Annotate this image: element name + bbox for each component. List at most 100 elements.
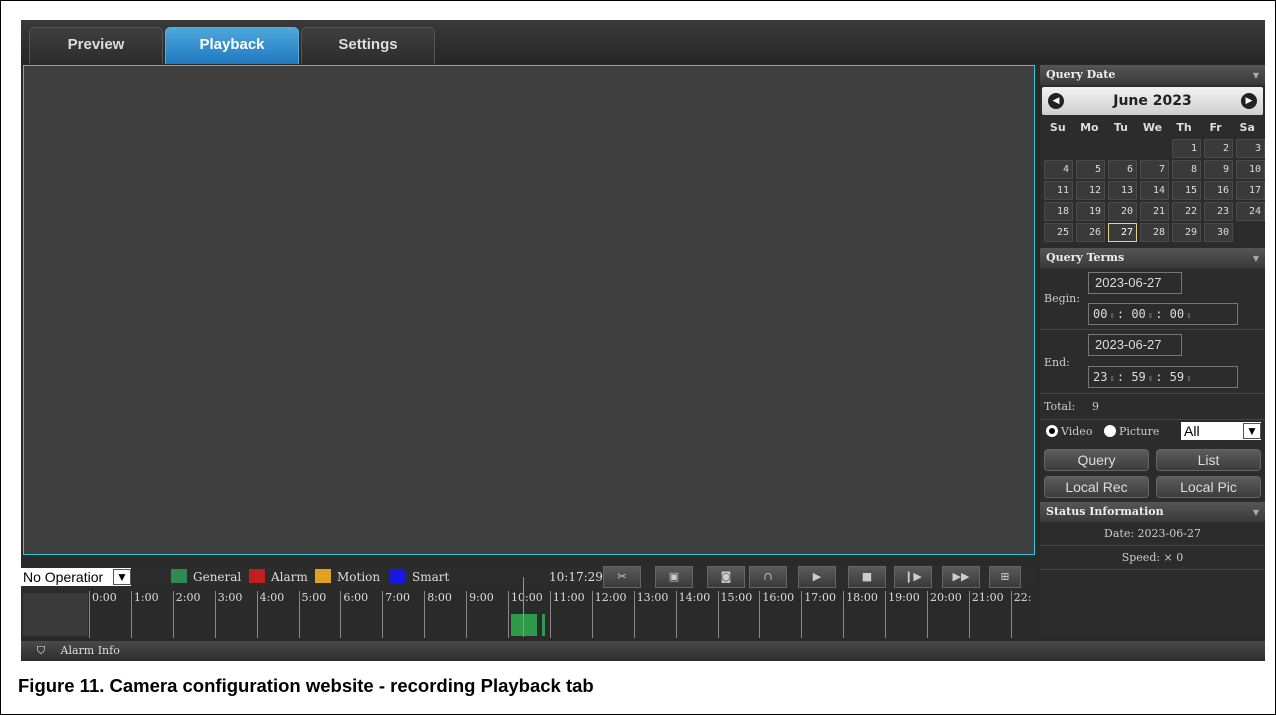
calendar-days: 1 2 3 4 5 6 7 8 9 10 11 12 13 14 15 16 17 18 19 20 21 22 23 24 2… — [1040, 137, 1265, 242]
playback-video-area[interactable] — [23, 65, 1035, 555]
calendar-day[interactable]: 29 — [1172, 223, 1201, 242]
tab-playback[interactable]: Playback — [165, 27, 299, 64]
spinner-icon[interactable]: ⇕ — [1186, 374, 1191, 384]
record-button[interactable]: ▣ — [655, 566, 693, 588]
tab-bar: Preview Playback Settings — [21, 20, 1265, 64]
calendar-day[interactable]: 24 — [1236, 202, 1265, 221]
step-forward-button[interactable]: ❙▶ — [894, 566, 932, 588]
current-time: 10:17:29 — [549, 570, 603, 584]
legend-label: General — [193, 570, 242, 584]
collapse-icon[interactable]: ▼ — [1253, 502, 1259, 522]
spinner-icon[interactable]: ⇕ — [1186, 311, 1191, 321]
alarm-info-bar[interactable]: ⛉ Alarm Info — [21, 641, 1265, 661]
play-icon: ▶ — [812, 570, 822, 583]
video-radio[interactable]: Video — [1046, 425, 1092, 438]
legend-label: Smart — [412, 570, 450, 584]
timeline-hour-label: 8:00 — [424, 591, 452, 638]
clip-button[interactable]: ✂ — [603, 566, 641, 588]
calendar-day[interactable]: 6 — [1108, 160, 1137, 179]
status-speed: Speed: × 0 — [1040, 546, 1265, 570]
timeline-cursor[interactable] — [523, 577, 524, 637]
stop-button[interactable]: ■ — [848, 566, 886, 588]
type-row: Video Picture All ▼ — [1040, 420, 1265, 446]
calendar-day[interactable]: 12 — [1076, 181, 1105, 200]
calendar-day[interactable]: 20 — [1108, 202, 1137, 221]
list-button[interactable]: List — [1156, 449, 1261, 471]
calendar-day[interactable]: 17 — [1236, 181, 1265, 200]
audio-button[interactable]: ∩ — [749, 566, 787, 588]
tab-preview[interactable]: Preview — [29, 27, 163, 64]
calendar-day[interactable]: 26 — [1076, 223, 1105, 242]
local-pic-button[interactable]: Local Pic — [1156, 476, 1261, 498]
spinner-icon[interactable]: ⇕ — [1148, 374, 1153, 384]
calendar-day[interactable]: 8 — [1172, 160, 1201, 179]
stop-icon: ■ — [861, 570, 873, 583]
timeline-hour-label: 18:00 — [843, 591, 878, 638]
timeline[interactable]: 0:00 1:00 2:00 3:00 4:00 5:00 6:00 7:00 8:00 9:00… — [21, 577, 1036, 638]
calendar-day[interactable]: 30 — [1204, 223, 1233, 242]
calendar-day[interactable]: 4 — [1044, 160, 1073, 179]
weekday-label: Su — [1049, 121, 1066, 134]
calendar-day[interactable]: 25 — [1044, 223, 1073, 242]
recording-segment[interactable] — [542, 614, 545, 636]
tab-settings[interactable]: Settings — [301, 27, 435, 64]
timeline-hour-label: 20:00 — [927, 591, 962, 638]
timeline-channel-box — [23, 593, 88, 636]
calendar-day[interactable]: 18 — [1044, 202, 1073, 221]
begin-date-input[interactable]: 2023-06-27 — [1088, 272, 1182, 294]
timeline-hour-label: 15:00 — [717, 591, 752, 638]
calendar-day[interactable]: 27 — [1108, 223, 1137, 242]
play-button[interactable]: ▶ — [798, 566, 836, 588]
begin-row: Begin: 2023-06-27 00 ⇕: 00 ⇕: 00 ⇕ — [1040, 268, 1265, 330]
end-date-input[interactable]: 2023-06-27 — [1088, 334, 1182, 356]
picture-radio[interactable]: Picture — [1104, 425, 1159, 438]
chevron-down-icon[interactable]: ▼ — [1243, 423, 1261, 439]
calendar-day[interactable]: 5 — [1076, 160, 1105, 179]
fullscreen-button[interactable]: ⊞ — [989, 566, 1021, 588]
query-button[interactable]: Query — [1044, 449, 1149, 471]
calendar-day[interactable]: 2 — [1204, 139, 1233, 158]
second-value: 00 — [1169, 307, 1185, 321]
calendar-day[interactable]: 19 — [1076, 202, 1105, 221]
calendar-day[interactable]: 10 — [1236, 160, 1265, 179]
spinner-icon[interactable]: ⇕ — [1109, 374, 1114, 384]
query-terms-header[interactable]: Query Terms ▼ — [1040, 248, 1265, 268]
local-rec-button[interactable]: Local Rec — [1044, 476, 1149, 498]
hour-value: 00 — [1093, 307, 1108, 321]
collapse-icon[interactable]: ▼ — [1253, 65, 1259, 85]
spinner-icon[interactable]: ⇕ — [1109, 311, 1114, 321]
operation-select[interactable]: No Operatior ▼ — [21, 568, 131, 586]
calendar-day[interactable]: 9 — [1204, 160, 1233, 179]
calendar-day[interactable]: 11 — [1044, 181, 1073, 200]
prev-month-icon[interactable]: ◀ — [1048, 93, 1064, 109]
calendar-day[interactable]: 7 — [1140, 160, 1169, 179]
end-time-input[interactable]: 23 ⇕: 59 ⇕: 59 ⇕ — [1088, 366, 1238, 388]
calendar-day[interactable]: 15 — [1172, 181, 1201, 200]
calendar-day[interactable]: 13 — [1108, 181, 1137, 200]
legend-swatch-general — [171, 569, 187, 583]
timeline-hour-label: 11:00 — [549, 591, 585, 638]
legend-swatch-smart — [390, 569, 406, 583]
begin-time-input[interactable]: 00 ⇕: 00 ⇕: 00 ⇕ — [1088, 303, 1238, 325]
calendar-day[interactable]: 28 — [1140, 223, 1169, 242]
calendar-day[interactable]: 21 — [1140, 202, 1169, 221]
type-select[interactable]: All ▼ — [1181, 422, 1261, 440]
collapse-icon[interactable]: ▼ — [1253, 248, 1259, 268]
weekday-label: We — [1142, 121, 1163, 134]
chevron-down-icon[interactable]: ▼ — [113, 569, 131, 585]
query-date-header[interactable]: Query Date ▼ — [1040, 65, 1265, 85]
calendar-day[interactable]: 22 — [1172, 202, 1201, 221]
calendar-day[interactable]: 16 — [1204, 181, 1233, 200]
calendar-day[interactable]: 23 — [1204, 202, 1233, 221]
calendar-day[interactable]: 3 — [1236, 139, 1265, 158]
recording-segment[interactable] — [511, 614, 537, 636]
snapshot-button[interactable]: ◙ — [707, 566, 745, 588]
fast-forward-button[interactable]: ▶▶ — [942, 566, 980, 588]
section-title: Query Date — [1046, 68, 1116, 81]
next-month-icon[interactable]: ▶ — [1241, 93, 1257, 109]
begin-label: Begin: — [1044, 292, 1080, 305]
calendar-day[interactable]: 14 — [1140, 181, 1169, 200]
status-information-header[interactable]: Status Information ▼ — [1040, 502, 1265, 522]
calendar-day[interactable]: 1 — [1172, 139, 1201, 158]
spinner-icon[interactable]: ⇕ — [1148, 311, 1153, 321]
